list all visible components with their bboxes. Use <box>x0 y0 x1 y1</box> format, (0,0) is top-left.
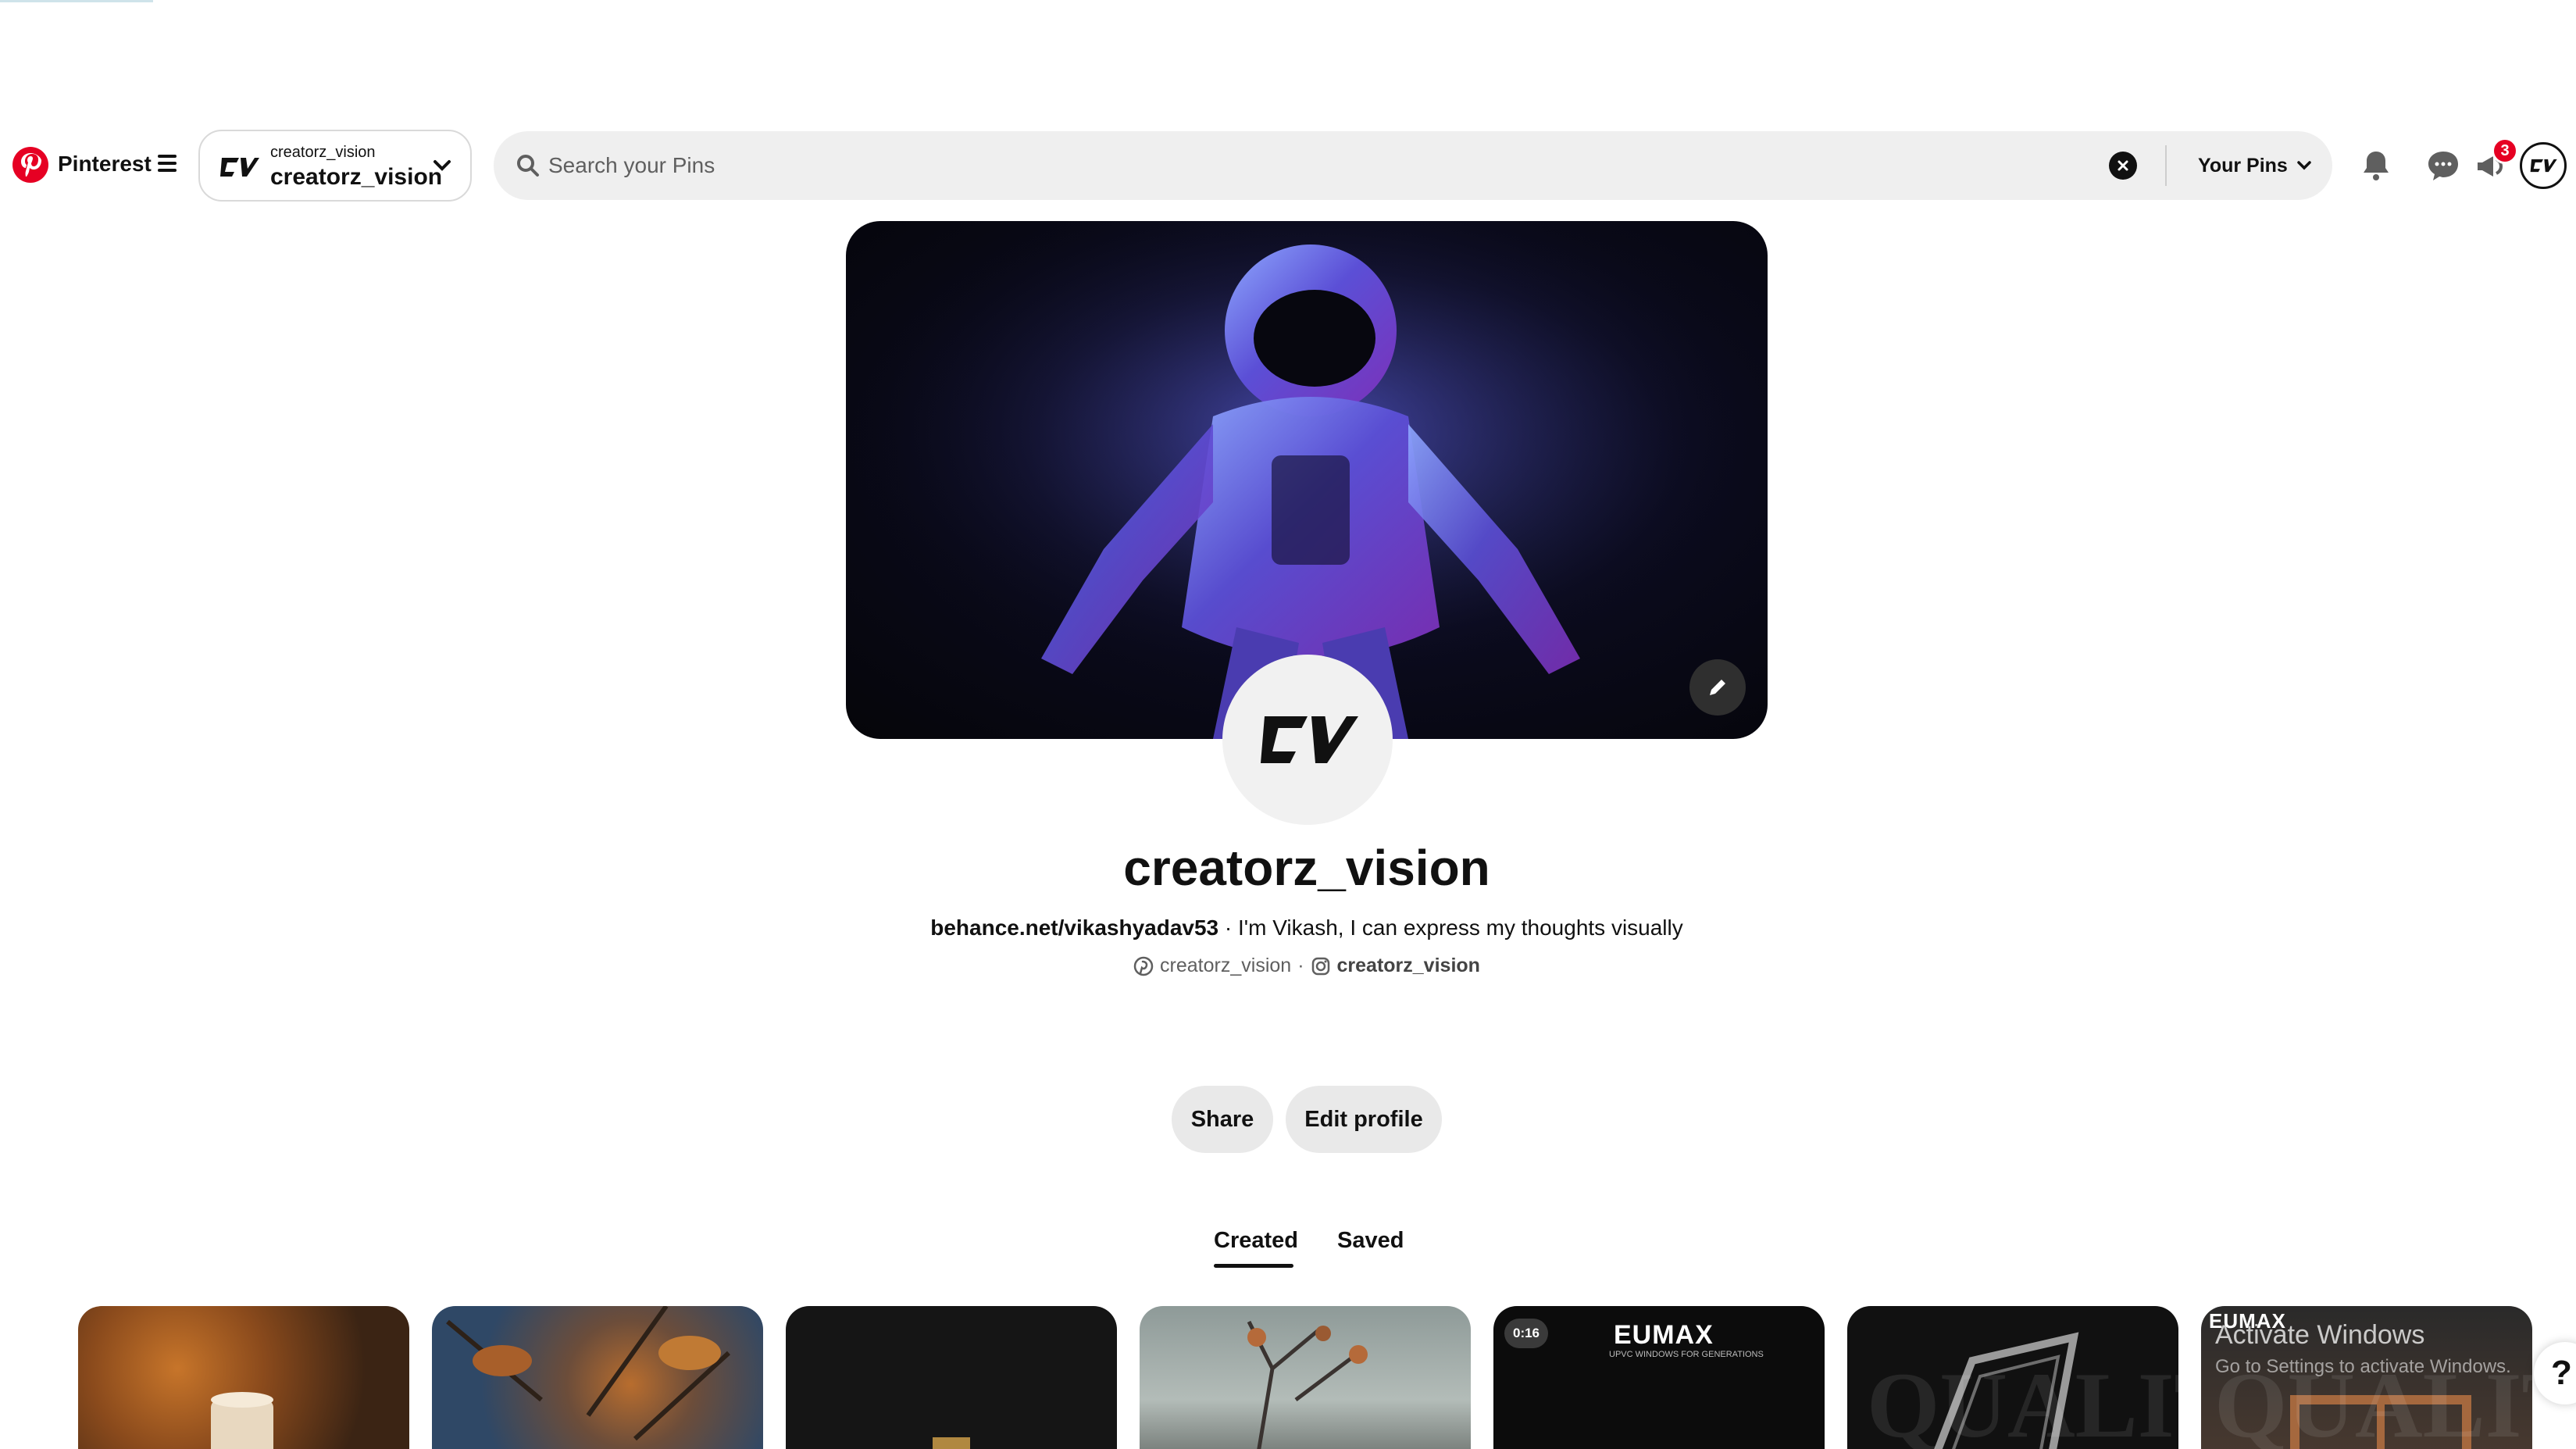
pinterest-handle[interactable]: creatorz_vision <box>1160 955 1291 977</box>
bio-website-link[interactable]: behance.net/vikashyadav53 <box>930 915 1218 940</box>
share-button[interactable]: Share <box>1172 1086 1273 1153</box>
chevron-down-icon <box>433 160 451 171</box>
messages-icon[interactable] <box>2424 147 2462 184</box>
edit-cover-pencil-icon[interactable] <box>1689 659 1746 716</box>
edit-profile-button[interactable]: Edit profile <box>1286 1086 1442 1153</box>
search-icon <box>517 155 539 177</box>
account-switcher[interactable]: creatorz_vision creatorz_vision <box>198 130 472 202</box>
clear-search-icon[interactable] <box>2109 152 2137 180</box>
social-separator: · <box>1297 955 1304 976</box>
top-navigation: Pinterest creatorz_vision creatorz_visio… <box>0 130 2576 202</box>
profile-name: creatorz_vision <box>1123 840 1490 896</box>
bio-separator: · <box>1218 915 1239 940</box>
active-tab-indicator <box>1214 1264 1293 1268</box>
menu-icon[interactable] <box>158 155 177 172</box>
notifications-bell-icon[interactable] <box>2357 147 2395 184</box>
user-avatar[interactable] <box>2520 142 2567 189</box>
account-logo-icon <box>220 158 259 177</box>
bio-text: I'm Vikash, I can express my thoughts vi… <box>1238 915 1683 940</box>
pinterest-logo-icon[interactable] <box>12 147 48 183</box>
profile-bio: behance.net/vikashyadav53 · I'm Vikash, … <box>703 915 1911 940</box>
tab-created[interactable]: Created <box>1214 1228 1298 1254</box>
page-load-progress <box>0 0 153 2</box>
search-input[interactable] <box>548 148 2032 183</box>
pin-card[interactable] <box>786 1306 1117 1449</box>
pin-card[interactable] <box>432 1306 763 1449</box>
pin-brand-tagline: UPVC WINDOWS FOR GENERATIONS <box>1609 1350 1764 1359</box>
pin-brand-logo: EUMAX <box>1614 1320 1714 1350</box>
search-divider <box>2165 145 2167 186</box>
notification-count-badge: 3 <box>2492 137 2518 164</box>
pin-card[interactable] <box>1140 1306 1471 1449</box>
profile-avatar[interactable] <box>1222 655 1393 825</box>
social-links: creatorz_vision · creatorz_vision <box>703 955 1911 977</box>
search-scope-dropdown[interactable]: Your Pins <box>2198 150 2313 181</box>
account-name: creatorz_vision <box>270 164 443 190</box>
video-duration-badge: 0:16 <box>1504 1319 1548 1348</box>
search-bar[interactable]: Your Pins <box>494 131 2332 200</box>
tab-saved[interactable]: Saved <box>1337 1228 1404 1254</box>
chevron-down-icon <box>2297 161 2311 170</box>
instagram-icon <box>1311 957 1329 975</box>
activate-windows-title: Activate Windows <box>2215 1320 2425 1350</box>
activate-windows-subtitle: Go to Settings to activate Windows. <box>2215 1356 2511 1377</box>
pinterest-small-icon <box>1133 956 1154 976</box>
instagram-handle[interactable]: creatorz_vision <box>1337 955 1480 977</box>
brand-name[interactable]: Pinterest <box>58 152 152 177</box>
account-small-name: creatorz_vision <box>270 144 376 161</box>
creatorz-vision-logo <box>1261 716 1358 763</box>
search-scope-label: Your Pins <box>2198 154 2288 177</box>
pin-card[interactable] <box>78 1306 409 1449</box>
